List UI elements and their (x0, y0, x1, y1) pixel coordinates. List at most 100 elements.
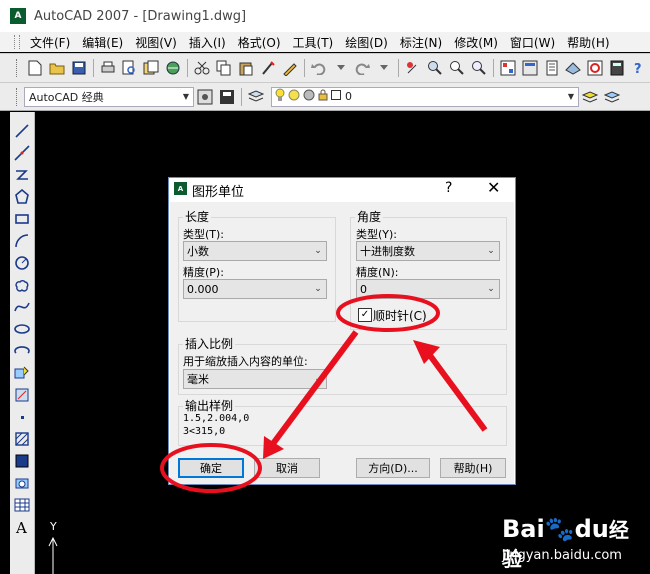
clockwise-label[interactable]: 顺时针(C) (373, 307, 427, 324)
ellipse-icon[interactable] (13, 320, 31, 338)
zoom-window-icon[interactable] (448, 59, 466, 77)
polygon-icon[interactable] (13, 188, 31, 206)
chevron-down-icon: ▼ (182, 92, 190, 101)
length-precision-select[interactable]: 0.000 ⌄ (183, 279, 327, 299)
make-object-layer-current-icon[interactable] (581, 88, 599, 106)
autocad-logo-icon: A (174, 182, 187, 195)
draw-toolbar: A (10, 112, 35, 574)
insert-block-icon[interactable] (13, 364, 31, 382)
menu-insert[interactable]: 插入(I) (183, 34, 232, 51)
chevron-down-icon: ⌄ (314, 284, 322, 294)
layer-manager-icon[interactable] (247, 88, 265, 106)
paste-icon[interactable] (237, 59, 255, 77)
3d-dwf-icon[interactable] (164, 59, 182, 77)
polyline-icon[interactable] (13, 166, 31, 184)
angle-group-label: 角度 (355, 208, 384, 225)
undo-dropdown-icon[interactable] (332, 59, 350, 77)
window-title: AutoCAD 2007 - [Drawing1.dwg] (34, 8, 247, 24)
revision-cloud-icon[interactable] (13, 276, 31, 294)
block-editor-icon[interactable] (281, 59, 299, 77)
save-icon[interactable] (70, 59, 88, 77)
workspace-settings-icon[interactable] (196, 88, 214, 106)
markup-icon[interactable] (586, 59, 604, 77)
workspace-select[interactable]: AutoCAD 经典 ▼ (24, 86, 194, 107)
line-icon[interactable] (13, 122, 31, 140)
sheet-set-icon[interactable] (564, 59, 582, 77)
point-icon[interactable] (13, 408, 31, 426)
properties-icon[interactable] (499, 59, 517, 77)
insertion-units-select[interactable]: 毫米 ⌄ (183, 369, 327, 389)
toolbar-grip-icon (16, 59, 20, 77)
make-block-icon[interactable] (13, 386, 31, 404)
sample-output-line-1: 1.5,2.004,0 (183, 413, 250, 424)
hatch-icon[interactable] (13, 430, 31, 448)
undo-icon[interactable] (310, 59, 328, 77)
menu-dimension[interactable]: 标注(N) (394, 34, 448, 51)
ok-button[interactable]: 确定 (178, 458, 244, 478)
menu-view[interactable]: 视图(V) (129, 34, 183, 51)
length-precision-value: 0.000 (187, 282, 219, 296)
layer-select[interactable]: 0 ▼ (271, 86, 579, 107)
length-group-label: 长度 (183, 208, 212, 225)
help-icon[interactable]: ? (630, 59, 648, 77)
multiline-text-icon[interactable]: A (13, 518, 31, 536)
cancel-button[interactable]: 取消 (254, 458, 320, 478)
sample-output-line-2: 3<315,0 (183, 426, 226, 437)
length-type-label: 类型(T): (183, 228, 225, 241)
angle-type-select[interactable]: 十进制度数 ⌄ (356, 241, 500, 261)
calculator-icon[interactable] (608, 59, 626, 77)
new-file-icon[interactable] (26, 59, 44, 77)
zoom-realtime-icon[interactable] (426, 59, 444, 77)
svg-text:?: ? (634, 62, 642, 76)
angle-precision-value: 0 (360, 282, 367, 296)
close-icon[interactable]: ✕ (487, 178, 500, 197)
layer-previous-icon[interactable] (603, 88, 621, 106)
drawing-units-dialog: A 图形单位 ? ✕ 长度 类型(T): 小数 ⌄ 精度(P): 0.000 ⌄… (168, 177, 516, 485)
toolbar-separator (398, 59, 400, 77)
dialog-title: 图形单位 (192, 185, 245, 200)
publish-icon[interactable] (142, 59, 160, 77)
design-center-icon[interactable] (521, 59, 539, 77)
chevron-down-icon: ⌄ (487, 284, 495, 294)
workspace-layer-toolbar: AutoCAD 经典 ▼ 0 ▼ (0, 82, 650, 111)
zoom-previous-icon[interactable] (470, 59, 488, 77)
menu-tools[interactable]: 工具(T) (287, 34, 340, 51)
rectangle-icon[interactable] (13, 210, 31, 228)
clockwise-checkbox[interactable]: ✓ (358, 308, 372, 322)
construction-line-icon[interactable] (13, 144, 31, 162)
cut-icon[interactable] (193, 59, 211, 77)
redo-dropdown-icon[interactable] (375, 59, 393, 77)
menu-modify[interactable]: 修改(M) (448, 34, 504, 51)
region-icon[interactable] (13, 474, 31, 492)
length-type-select[interactable]: 小数 ⌄ (183, 241, 327, 261)
menu-window[interactable]: 窗口(W) (504, 34, 561, 51)
menu-edit[interactable]: 编辑(E) (76, 34, 129, 51)
help-button[interactable]: 帮助(H) (440, 458, 506, 478)
menu-file[interactable]: 文件(F) (24, 34, 76, 51)
dialog-help-icon[interactable]: ? (445, 180, 452, 196)
ellipse-arc-icon[interactable] (13, 342, 31, 360)
tool-palettes-icon[interactable] (543, 59, 561, 77)
print-icon[interactable] (99, 59, 117, 77)
redo-icon[interactable] (353, 59, 371, 77)
angle-precision-select[interactable]: 0 ⌄ (356, 279, 500, 299)
ucs-y-label: Y (50, 520, 57, 533)
workspace-value: AutoCAD 经典 (29, 90, 104, 104)
paw-icon: 🐾 (544, 515, 575, 543)
brand-part-b: du (574, 515, 609, 543)
menu-help[interactable]: 帮助(H) (561, 34, 615, 51)
print-preview-icon[interactable] (121, 59, 139, 77)
arc-icon[interactable] (13, 232, 31, 250)
open-file-icon[interactable] (48, 59, 66, 77)
match-properties-icon[interactable] (259, 59, 277, 77)
menu-draw[interactable]: 绘图(D) (339, 34, 394, 51)
menu-format[interactable]: 格式(O) (232, 34, 287, 51)
spline-icon[interactable] (13, 298, 31, 316)
workspace-save-icon[interactable] (218, 88, 236, 106)
gradient-icon[interactable] (13, 452, 31, 470)
pan-realtime-icon[interactable] (404, 59, 422, 77)
table-icon[interactable] (13, 496, 31, 514)
copy-icon[interactable] (215, 59, 233, 77)
circle-icon[interactable] (13, 254, 31, 272)
direction-button[interactable]: 方向(D)... (356, 458, 430, 478)
